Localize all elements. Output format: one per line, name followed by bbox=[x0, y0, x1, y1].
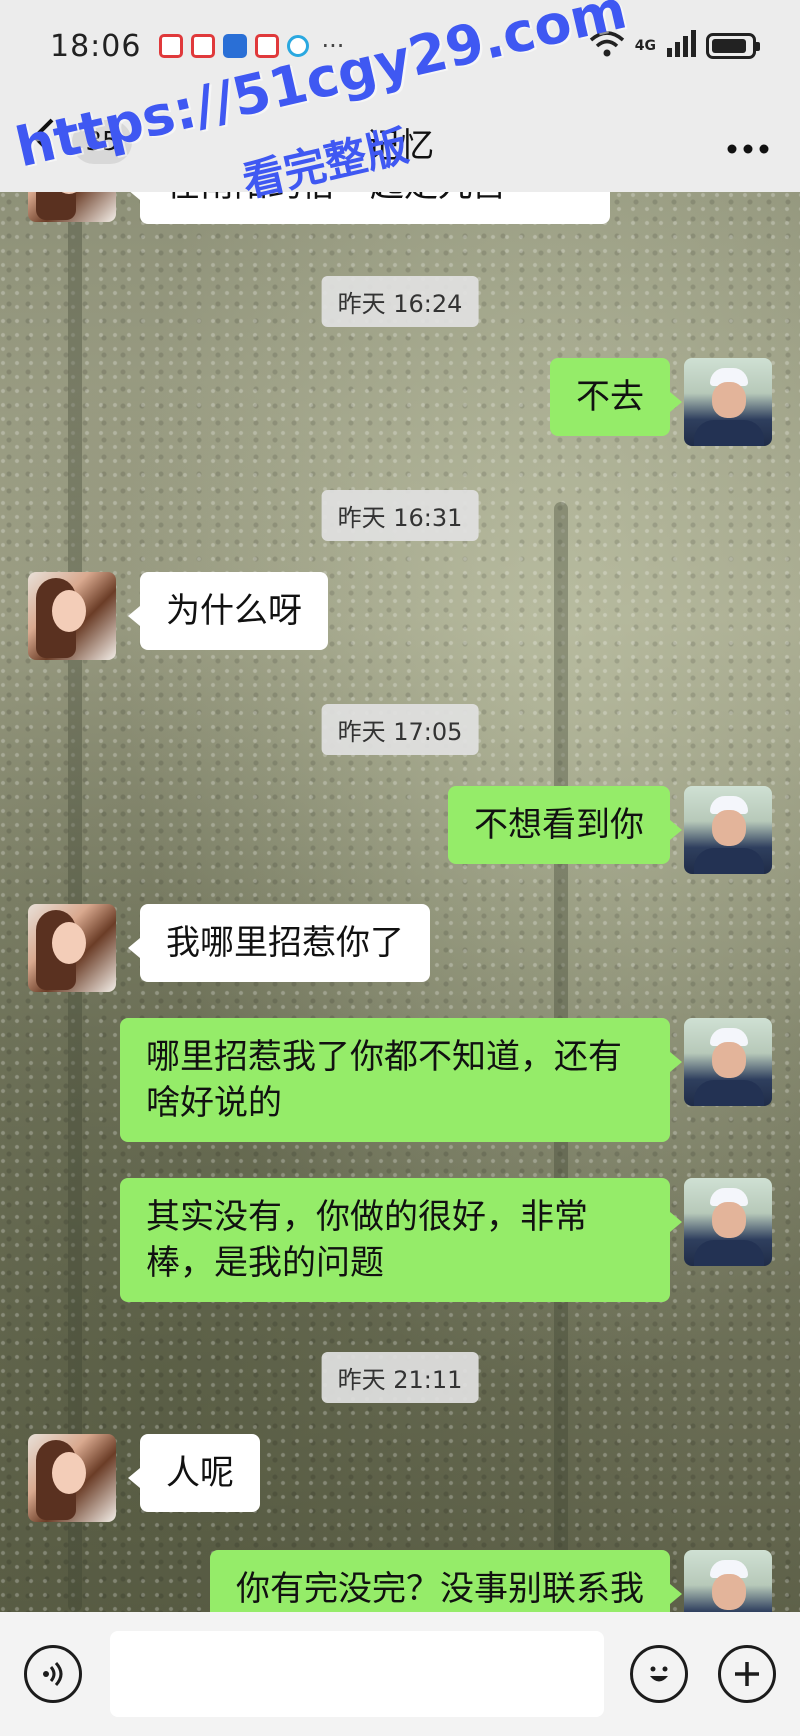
network-type-label: 4G bbox=[634, 38, 656, 54]
avatar-me[interactable] bbox=[684, 358, 772, 446]
message-outgoing[interactable]: 哪里招惹我了你都不知道，还有啥好说的 bbox=[120, 1018, 682, 1142]
message-outgoing[interactable]: 不去 bbox=[550, 358, 682, 436]
message-outgoing[interactable]: 不想看到你 bbox=[448, 786, 682, 864]
message-incoming[interactable]: 人呢 bbox=[128, 1434, 260, 1512]
message-incoming[interactable]: 为什么呀 bbox=[128, 572, 328, 650]
input-bar bbox=[0, 1612, 800, 1736]
timestamp: 昨天 21:11 bbox=[321, 1352, 479, 1403]
blue-app-icon bbox=[223, 34, 248, 58]
avatar-her[interactable] bbox=[28, 904, 116, 992]
message-incoming[interactable]: 在南阳约俗一起走九宫 bbox=[128, 192, 610, 224]
red-square-icon bbox=[159, 34, 184, 58]
voice-icon[interactable] bbox=[24, 1645, 82, 1703]
battery-icon bbox=[706, 33, 760, 59]
message-incoming[interactable]: 我哪里招惹你了 bbox=[128, 904, 430, 982]
status-time: 18:06 bbox=[50, 28, 142, 64]
message-outgoing[interactable]: 其实没有，你做的很好，非常棒，是我的问题 bbox=[120, 1178, 682, 1302]
battery-fill bbox=[712, 39, 747, 53]
cell-signal-icon bbox=[666, 30, 696, 62]
message-list[interactable]: 在南阳约俗一起走九宫 昨天 16:24 不去 昨天 16:31 为什么呀 昨天 … bbox=[0, 192, 800, 1612]
avatar-me[interactable] bbox=[684, 786, 772, 874]
timestamp: 昨天 16:24 bbox=[321, 276, 479, 327]
avatar-her[interactable] bbox=[28, 1434, 116, 1522]
plus-icon[interactable] bbox=[718, 1645, 776, 1703]
emoji-icon[interactable] bbox=[630, 1645, 688, 1703]
red-mascot-icon bbox=[191, 34, 216, 58]
timestamp: 昨天 17:05 bbox=[321, 704, 479, 755]
avatar-her[interactable] bbox=[28, 572, 116, 660]
avatar-her[interactable] bbox=[28, 192, 116, 222]
avatar-me[interactable] bbox=[684, 1550, 772, 1612]
message-input[interactable] bbox=[110, 1631, 604, 1717]
message-outgoing[interactable]: 你有完没完？没事别联系我 bbox=[210, 1550, 682, 1612]
timestamp: 昨天 16:31 bbox=[321, 490, 479, 541]
red-square-icon bbox=[255, 34, 280, 58]
avatar-me[interactable] bbox=[684, 1018, 772, 1106]
more-horizontal-icon[interactable] bbox=[726, 119, 770, 165]
avatar-me[interactable] bbox=[684, 1178, 772, 1266]
